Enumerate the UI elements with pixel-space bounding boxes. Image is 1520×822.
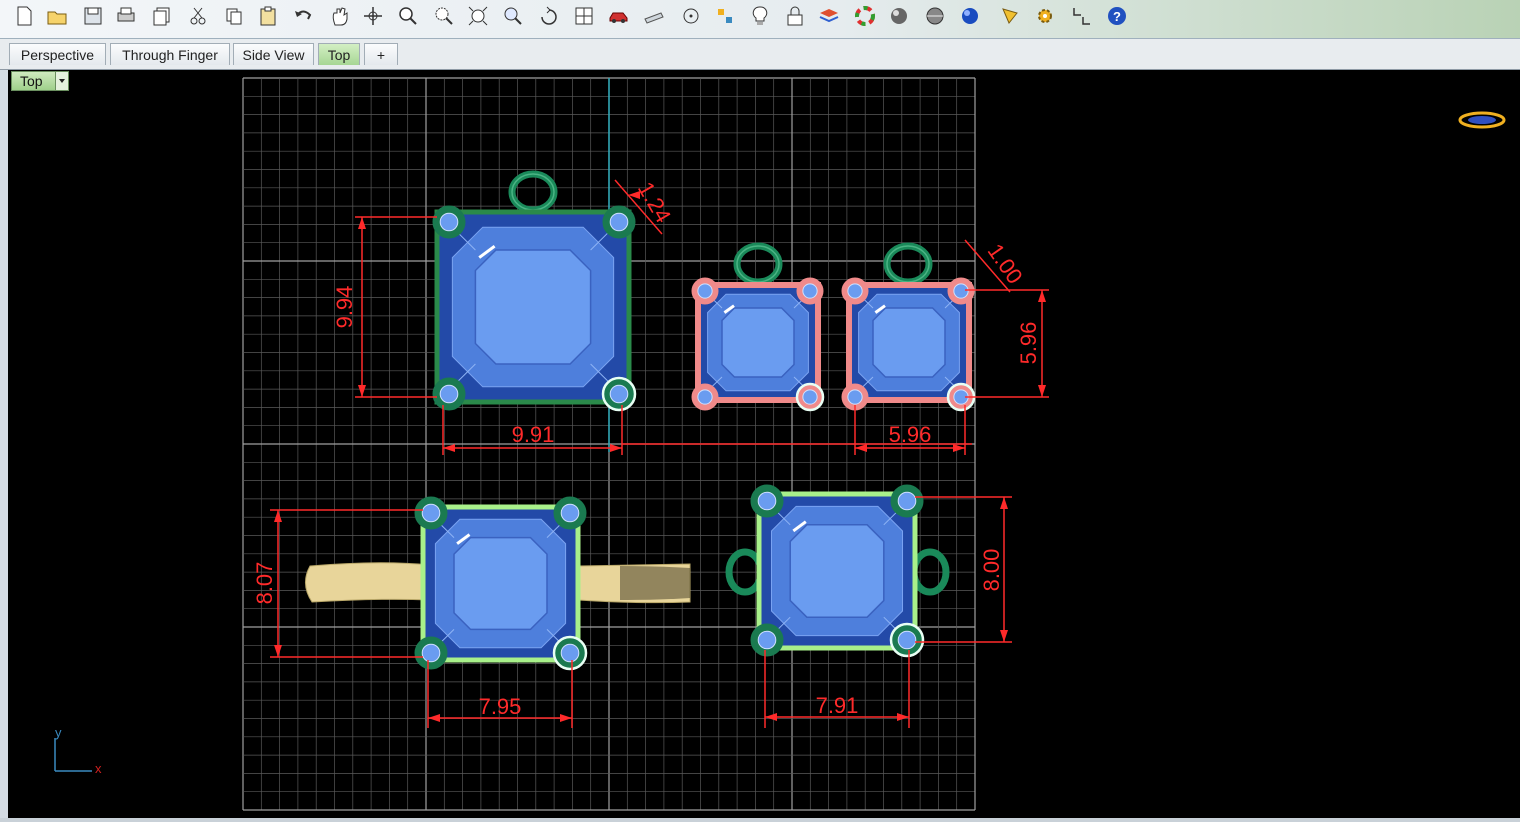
lock-icon[interactable] (782, 3, 808, 29)
zoom-window-icon[interactable] (431, 3, 457, 29)
viewport-tab-bar: Perspective Through Finger Side View Top + (0, 39, 1520, 70)
car-icon[interactable] (606, 3, 632, 29)
axis-x-label: x (95, 761, 102, 776)
color-wheel-icon[interactable] (852, 3, 878, 29)
dimension-8-07[interactable]: 8.07 (252, 562, 277, 605)
dimension-9-94[interactable]: 9.94 (332, 286, 357, 329)
dimension-icon[interactable] (712, 3, 738, 29)
add-tab-button[interactable]: + (364, 43, 398, 65)
zoom-extents-icon[interactable] (465, 3, 491, 29)
gray-sphere-icon[interactable] (922, 3, 948, 29)
cut-icon[interactable] (185, 3, 211, 29)
undo-icon[interactable] (290, 3, 316, 29)
zoom-icon[interactable] (395, 3, 421, 29)
tab-top[interactable]: Top (318, 43, 360, 65)
save-icon[interactable] (80, 3, 106, 29)
help-icon[interactable]: ? (1104, 3, 1130, 29)
dimension-5-96-vertical[interactable]: 5.96 (1016, 322, 1041, 365)
render-spot-icon[interactable] (997, 3, 1023, 29)
world-axes-icon: y x (54, 725, 102, 776)
tab-perspective[interactable]: Perspective (9, 43, 106, 65)
plane-icon[interactable] (641, 3, 667, 29)
open-folder-icon[interactable] (44, 3, 70, 29)
sphere-icon[interactable] (886, 3, 912, 29)
copy-file-icon[interactable] (149, 3, 175, 29)
rotate-view-icon[interactable] (536, 3, 562, 29)
copy-icon[interactable] (221, 3, 247, 29)
ring-setting[interactable] (414, 496, 588, 671)
tab-side-view[interactable]: Side View (233, 43, 314, 65)
status-strip (0, 818, 1520, 822)
pan-hand-icon[interactable] (327, 3, 353, 29)
move-icon[interactable] (360, 3, 386, 29)
dimension-7-91[interactable]: 7.91 (816, 693, 859, 718)
zoom-selected-icon[interactable] (500, 3, 526, 29)
dimension-5-96-horizontal[interactable]: 5.96 (889, 422, 932, 447)
viewport-title: Top (20, 73, 43, 89)
dimension-1-00[interactable]: 1.00 (983, 239, 1028, 288)
lightbulb-icon[interactable] (747, 3, 773, 29)
snap-icon[interactable] (1069, 3, 1095, 29)
new-file-icon[interactable] (11, 3, 37, 29)
paste-icon[interactable] (255, 3, 281, 29)
four-viewports-icon[interactable] (571, 3, 597, 29)
dimension-9-91[interactable]: 9.91 (512, 422, 555, 447)
svg-text:?: ? (1113, 9, 1121, 24)
axis-y-label: y (55, 725, 62, 740)
gear-icon[interactable] (1032, 3, 1058, 29)
connector-piece[interactable] (725, 484, 950, 658)
top-viewport[interactable]: 9.94 9.91 1.24 1.00 5.96 5.96 8.07 7.95 8.00 7.91… (8, 70, 1520, 818)
dimension-8-00[interactable]: 8.00 (979, 549, 1004, 592)
tab-through-finger[interactable]: Through Finger (110, 43, 230, 65)
layers-icon[interactable] (816, 3, 842, 29)
main-toolbar: ? (0, 0, 1520, 39)
blue-sphere-icon[interactable] (957, 3, 983, 29)
dimension-7-95[interactable]: 7.95 (479, 694, 522, 719)
view-cube-icon[interactable] (1458, 111, 1506, 129)
circle-point-icon[interactable] (678, 3, 704, 29)
chevron-down-icon[interactable] (55, 72, 68, 90)
print-icon[interactable] (113, 3, 139, 29)
viewport-title-menu[interactable]: Top (11, 71, 69, 91)
cad-canvas[interactable]: 9.949.911.241.005.965.968.077.958.007.91… (8, 70, 1520, 818)
